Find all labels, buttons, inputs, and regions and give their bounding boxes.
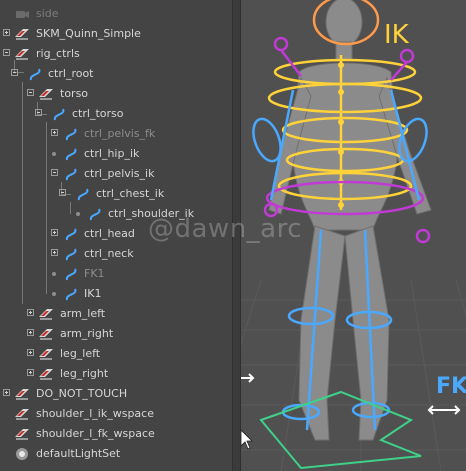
outliner-item-label: torso	[60, 87, 89, 100]
transform-icon	[39, 349, 53, 360]
collapse-icon[interactable]	[59, 189, 66, 196]
outliner-item-leg-left[interactable]: leg_left	[0, 344, 232, 364]
curve-icon	[29, 68, 41, 81]
expand-icon[interactable]	[27, 309, 34, 316]
outliner-item-label: ctrl_hip_ik	[84, 147, 140, 160]
outliner-item-label: shoulder_l_fk_wspace	[36, 427, 155, 440]
transform-icon	[39, 309, 53, 320]
outliner-item-side[interactable]: side	[0, 4, 232, 24]
watermark: @dawn_arc	[148, 214, 303, 244]
curve-icon	[65, 248, 77, 261]
curve-icon	[65, 288, 77, 301]
collapse-icon[interactable]	[27, 89, 34, 96]
outliner-item-label: shoulder_l_ik_wspace	[36, 407, 154, 420]
outliner-item-do-not-touch[interactable]: DO_NOT_TOUCH	[0, 384, 232, 404]
expand-icon[interactable]	[27, 329, 34, 336]
outliner-item-label: ctrl_torso	[72, 107, 124, 120]
outliner-item-torso[interactable]: torso	[0, 84, 232, 104]
curve-icon	[65, 168, 77, 181]
transform-icon	[15, 409, 29, 420]
expand-icon[interactable]	[3, 389, 10, 396]
outliner-item-label: leg_left	[60, 347, 101, 360]
outliner-item-label: SKM_Quinn_Simple	[36, 27, 141, 40]
outliner-item-label: arm_left	[60, 307, 106, 320]
outliner-item-ctrl-chest-ik[interactable]: ctrl_chest_ik	[0, 184, 232, 204]
outliner-item-label: ctrl_root	[48, 67, 94, 80]
curve-icon	[65, 228, 77, 241]
transform-icon	[39, 369, 53, 380]
outliner-item-label: ctrl_pelvis_ik	[84, 167, 155, 180]
curve-icon	[53, 108, 65, 121]
curve-icon	[65, 128, 77, 141]
expand-icon[interactable]	[51, 129, 58, 136]
leaf-dot-icon	[52, 152, 56, 156]
transform-icon	[15, 49, 29, 60]
curve-icon	[65, 268, 77, 281]
outliner-item-label: ctrl_pelvis_fk	[84, 127, 156, 140]
leaf-dot-icon	[76, 212, 80, 216]
fk-label: FK	[436, 374, 466, 399]
expand-icon[interactable]	[3, 29, 10, 36]
collapse-icon[interactable]	[3, 49, 10, 56]
outliner-item-ctrl-root[interactable]: ctrl_root	[0, 64, 232, 84]
outliner-item-ctrl-hip-ik[interactable]: ctrl_hip_ik	[0, 144, 232, 164]
transform-icon	[15, 29, 29, 40]
outliner-item-label: arm_right	[60, 327, 114, 340]
outliner-item-shoulder-l-fk-wspace[interactable]: shoulder_l_fk_wspace	[0, 424, 232, 444]
outliner-item-ik1[interactable]: IK1	[0, 284, 232, 304]
outliner-item-label: DO_NOT_TOUCH	[36, 387, 128, 400]
curve-icon	[77, 188, 89, 201]
leaf-dot-icon	[52, 292, 56, 296]
outliner-item-fk1[interactable]: FK1	[0, 264, 232, 284]
outliner-item-leg-right[interactable]: leg_right	[0, 364, 232, 384]
outliner-item-ctrl-neck[interactable]: ctrl_neck	[0, 244, 232, 264]
transform-icon	[39, 89, 53, 100]
camera-icon	[16, 11, 29, 18]
transform-icon	[39, 329, 53, 340]
collapse-icon[interactable]	[35, 109, 42, 116]
expand-icon[interactable]	[27, 369, 34, 376]
outliner-item-label: IK1	[84, 287, 102, 300]
outliner-item-arm-right[interactable]: arm_right	[0, 324, 232, 344]
outliner-item-label: side	[36, 7, 59, 20]
outliner-item-skm-quinn-simple[interactable]: SKM_Quinn_Simple	[0, 24, 232, 44]
mouse-cursor-icon	[241, 429, 253, 450]
outliner-item-shoulder-l-ik-wspace[interactable]: shoulder_l_ik_wspace	[0, 404, 232, 424]
outliner-item-ctrl-pelvis-ik[interactable]: ctrl_pelvis_ik	[0, 164, 232, 184]
outliner-item-label: ctrl_neck	[84, 247, 134, 260]
outliner-item-label: defaultLightSet	[36, 447, 121, 460]
collapse-icon[interactable]	[11, 69, 18, 76]
leaf-dot-icon	[52, 272, 56, 276]
ik-label: IK	[384, 20, 409, 50]
transform-icon	[15, 429, 29, 440]
outliner-item-arm-left[interactable]: arm_left	[0, 304, 232, 324]
collapse-icon[interactable]	[51, 169, 58, 176]
expand-icon[interactable]	[51, 249, 58, 256]
expand-icon[interactable]	[51, 229, 58, 236]
outliner-item-label: ctrl_head	[84, 227, 135, 240]
outliner-item-label: ctrl_chest_ik	[96, 187, 165, 200]
outliner-item-label: FK1	[84, 267, 105, 280]
outliner-item-ctrl-pelvis-fk[interactable]: ctrl_pelvis_fk	[0, 124, 232, 144]
outliner-item-ctrl-torso[interactable]: ctrl_torso	[0, 104, 232, 124]
outliner-item-rig-ctrls[interactable]: rig_ctrls	[0, 44, 232, 64]
curve-icon	[89, 208, 101, 221]
outliner-item-default-light-set[interactable]: defaultLightSet	[0, 444, 232, 464]
light-set-icon	[16, 448, 28, 460]
transform-icon	[15, 389, 29, 400]
expand-icon[interactable]	[27, 349, 34, 356]
outliner-item-label: rig_ctrls	[36, 47, 80, 60]
root-control	[259, 390, 422, 470]
curve-icon	[65, 148, 77, 161]
outliner-item-label: leg_right	[60, 367, 109, 380]
